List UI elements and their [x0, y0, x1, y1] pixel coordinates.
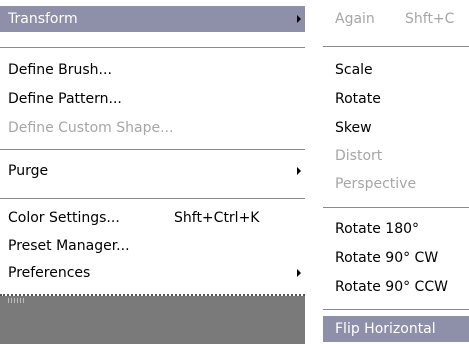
- menu-item-rotate-90-cw[interactable]: Rotate 90° CW: [323, 245, 469, 271]
- menu-item-define-pattern[interactable]: Define Pattern...: [0, 86, 305, 112]
- menu-item-label: Rotate 90° CCW: [335, 279, 448, 295]
- menu-item-perspective: Perspective: [323, 171, 469, 197]
- menu-item-again: Again Shft+C: [323, 6, 469, 32]
- menu-separator: [323, 309, 469, 310]
- menu-item-color-settings[interactable]: Color Settings... Shft+Ctrl+K: [0, 205, 305, 231]
- menu-separator: [323, 46, 469, 47]
- menu-item-define-brush[interactable]: Define Brush...: [0, 57, 305, 83]
- menu-item-label: Flip Horizontal: [335, 321, 436, 337]
- background-panel: [0, 296, 305, 344]
- submenu-arrow-icon: [297, 167, 301, 175]
- menu-item-rotate[interactable]: Rotate: [323, 86, 469, 112]
- menu-item-preferences[interactable]: Preferences: [0, 260, 305, 286]
- menu-item-label: Distort: [335, 148, 383, 164]
- menu-item-label: Skew: [335, 120, 372, 136]
- transform-submenu: Again Shft+C Scale Rotate Skew Distort P…: [322, 0, 469, 344]
- menu-separator: [323, 207, 469, 208]
- submenu-arrow-icon: [297, 269, 301, 277]
- menu-item-flip-horizontal[interactable]: Flip Horizontal: [323, 316, 469, 342]
- menu-item-define-custom-shape: Define Custom Shape...: [0, 115, 305, 141]
- menu-item-label: Perspective: [335, 176, 417, 192]
- menu-item-rotate-90-ccw[interactable]: Rotate 90° CCW: [323, 274, 469, 300]
- menu-item-purge[interactable]: Purge: [0, 158, 305, 184]
- menu-item-distort: Distort: [323, 143, 469, 169]
- menu-item-label: Rotate: [335, 91, 381, 107]
- submenu-arrow-icon: [297, 15, 301, 23]
- menu-item-label: Color Settings...: [8, 210, 120, 226]
- menu-item-label: Preferences: [8, 265, 91, 281]
- menu-separator: [0, 198, 305, 199]
- menu-item-shortcut: Shft+C: [405, 11, 455, 27]
- menu-item-label: Define Brush...: [8, 62, 112, 78]
- menu-item-preset-manager[interactable]: Preset Manager...: [0, 233, 305, 259]
- menu-item-label: Again: [335, 11, 375, 27]
- edit-menu: Transform Define Brush... Define Pattern…: [0, 0, 305, 300]
- menu-item-label: Define Custom Shape...: [8, 120, 174, 136]
- menu-item-skew[interactable]: Skew: [323, 115, 469, 141]
- menu-separator: [0, 47, 305, 48]
- menu-item-shortcut: Shft+Ctrl+K: [174, 210, 260, 226]
- menu-item-label: Transform: [8, 11, 78, 27]
- menu-item-label: Define Pattern...: [8, 91, 122, 107]
- grip-icon: [8, 298, 26, 303]
- menu-item-label: Purge: [8, 163, 49, 179]
- menu-item-label: Preset Manager...: [8, 238, 130, 254]
- menu-item-rotate-180[interactable]: Rotate 180°: [323, 216, 469, 242]
- menu-item-label: Rotate 180°: [335, 221, 420, 237]
- menu-gutter: [305, 0, 322, 344]
- menu-item-label: Rotate 90° CW: [335, 250, 439, 266]
- menu-item-transform[interactable]: Transform: [0, 6, 305, 32]
- menu-separator: [0, 149, 305, 150]
- menu-item-scale[interactable]: Scale: [323, 57, 469, 83]
- menu-item-label: Scale: [335, 62, 373, 78]
